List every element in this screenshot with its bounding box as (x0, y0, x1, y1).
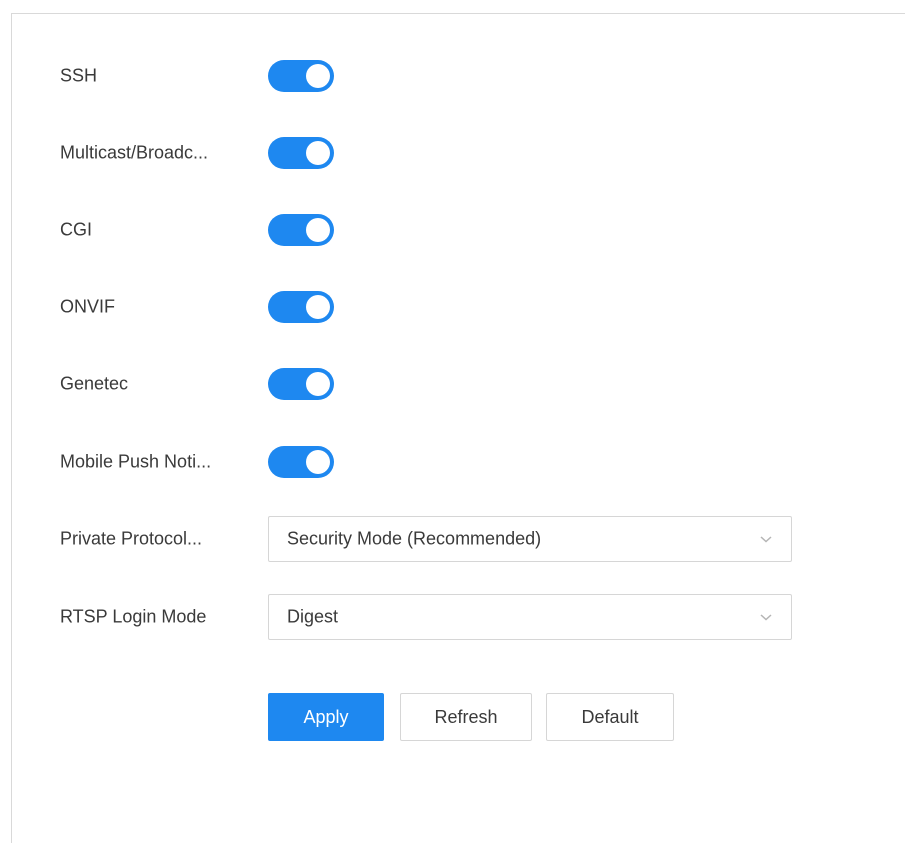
genetec-label: Genetec (60, 373, 129, 394)
toggle-knob (306, 64, 330, 88)
setting-row-private-protocol: Private Protocol... Security Mode (Recom… (12, 516, 892, 562)
setting-row-ssh: SSH (12, 56, 892, 96)
ssh-label: SSH (60, 65, 98, 86)
multicast-label: Multicast/Broadc... (60, 142, 209, 163)
toggle-knob (306, 218, 330, 242)
settings-panel: SSH Multicast/Broadc... CGI ONVIF Genete… (11, 13, 905, 843)
rtsp-login-mode-value: Digest (287, 606, 339, 627)
mobile-push-toggle[interactable] (268, 446, 334, 478)
setting-row-genetec: Genetec (12, 364, 892, 404)
genetec-toggle[interactable] (268, 368, 334, 400)
toggle-knob (306, 372, 330, 396)
chevron-down-icon (760, 536, 772, 543)
onvif-label: ONVIF (60, 296, 116, 317)
rtsp-login-mode-select[interactable]: Digest (268, 594, 792, 640)
multicast-toggle[interactable] (268, 137, 334, 169)
toggle-knob (306, 141, 330, 165)
setting-row-rtsp-login-mode: RTSP Login Mode Digest (12, 594, 892, 640)
setting-row-multicast: Multicast/Broadc... (12, 133, 892, 173)
page: SSH Multicast/Broadc... CGI ONVIF Genete… (0, 0, 905, 843)
toggle-knob (306, 450, 330, 474)
cgi-toggle[interactable] (268, 214, 334, 246)
private-protocol-select[interactable]: Security Mode (Recommended) (268, 516, 792, 562)
mobile-push-label: Mobile Push Noti... (60, 451, 212, 472)
cgi-label: CGI (60, 219, 93, 240)
onvif-toggle[interactable] (268, 291, 334, 323)
setting-row-cgi: CGI (12, 210, 892, 250)
private-protocol-label: Private Protocol... (60, 528, 203, 549)
refresh-button[interactable]: Refresh (400, 693, 532, 741)
setting-row-mobile-push: Mobile Push Noti... (12, 442, 892, 482)
chevron-down-icon (760, 614, 772, 621)
rtsp-login-mode-label: RTSP Login Mode (60, 606, 207, 627)
default-button[interactable]: Default (546, 693, 674, 741)
private-protocol-value: Security Mode (Recommended) (287, 528, 542, 549)
apply-button[interactable]: Apply (268, 693, 384, 741)
ssh-toggle[interactable] (268, 60, 334, 92)
toggle-knob (306, 295, 330, 319)
setting-row-onvif: ONVIF (12, 287, 892, 327)
